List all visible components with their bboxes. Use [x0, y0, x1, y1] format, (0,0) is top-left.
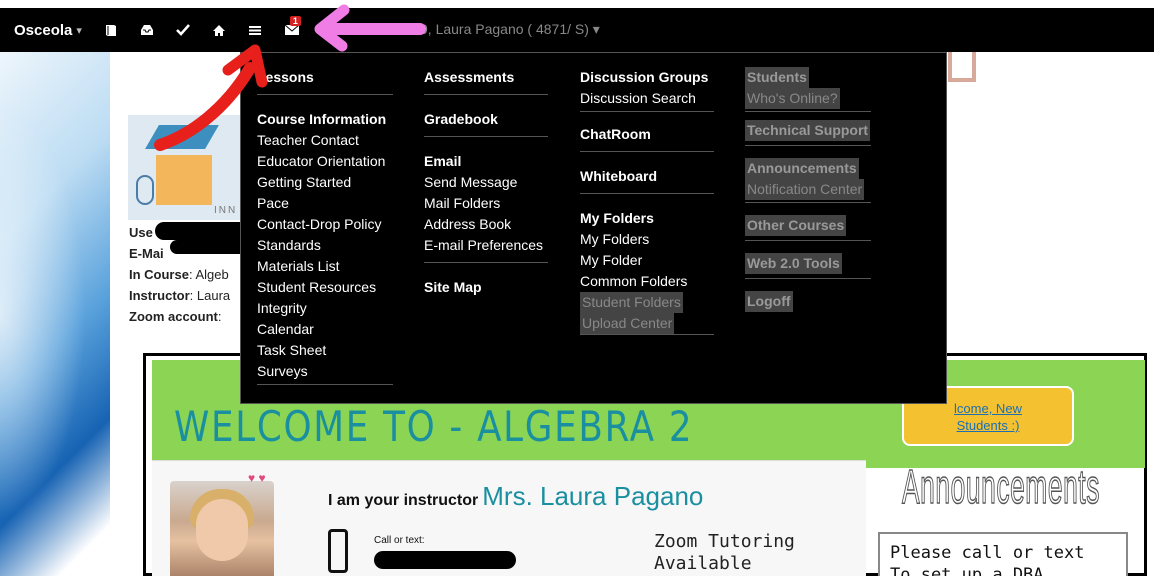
background-glow [0, 52, 110, 576]
menu-item-chatroom[interactable]: ChatRoom [580, 124, 714, 145]
announcement-line: Please call or text [890, 543, 1085, 563]
menu-item-technical-support[interactable]: Technical Support [745, 120, 871, 141]
menu-item-discussion-groups[interactable]: Discussion Groups [580, 67, 714, 88]
photo-face [196, 499, 248, 561]
menu-item[interactable]: Standards [257, 235, 393, 256]
menu-item[interactable]: Surveys [257, 361, 393, 382]
instructor-card: ♥ ♥ I am your instructor Mrs. Laura Pagan… [152, 460, 866, 576]
menu-divider [745, 111, 871, 112]
menu-item-assessments[interactable]: Assessments [424, 67, 548, 88]
menu-item-disabled: Student Folders [580, 292, 683, 313]
menu-item[interactable]: E-mail Preferences [424, 235, 548, 256]
menu-divider [257, 384, 393, 385]
menu-item-my-folders-heading[interactable]: My Folders [580, 208, 714, 229]
announcement-line: To set up a DBA [890, 565, 1044, 576]
menu-divider [580, 334, 714, 335]
logo-text: INN [214, 205, 238, 216]
menu-item[interactable]: Student Resources [257, 277, 393, 298]
red-arrow-annotation [154, 44, 268, 151]
redaction-mark [170, 240, 250, 254]
menu-divider [745, 278, 871, 279]
heart-icon: ♥ ♥ [248, 471, 266, 485]
menu-item[interactable]: Contact-Drop Policy [257, 214, 393, 235]
menu-item[interactable]: My Folders [580, 229, 714, 250]
menu-icon[interactable] [248, 24, 262, 36]
menu-item[interactable]: My Folder [580, 250, 714, 271]
menu-item[interactable]: Calendar [257, 319, 393, 340]
menu-item-site-map[interactable]: Site Map [424, 277, 548, 298]
new-students-link[interactable]: Students :) [904, 417, 1072, 434]
announcements-heading: Announcements [902, 460, 1100, 515]
instructor-name: Mrs. Laura Pagano [482, 481, 704, 511]
menu-item[interactable]: Send Message [424, 172, 548, 193]
menu-item-logoff[interactable]: Logoff [745, 291, 793, 312]
menu-divider [424, 262, 548, 263]
instructor-heading: I am your instructor Mrs. Laura Pagano [328, 481, 703, 512]
checkmark-icon[interactable] [176, 24, 190, 36]
call-or-text-label: Call or text: [374, 535, 425, 546]
menu-item[interactable]: Task Sheet [257, 340, 393, 361]
menu-item-notification-center[interactable]: Notification Center [745, 179, 865, 200]
menu-item[interactable]: Address Book [424, 214, 548, 235]
home-icon[interactable] [212, 24, 226, 37]
info-row: In Course: Algeb [129, 267, 229, 282]
redaction-mark [155, 222, 250, 240]
menu-column-assessments: Assessments Gradebook Email Send Message… [424, 67, 548, 298]
phone-icon [328, 529, 348, 573]
menu-column-students: Students Who's Online? Technical Support… [745, 67, 871, 312]
brand-menu[interactable]: Osceola [14, 22, 72, 39]
info-row: Instructor: Laura [129, 288, 231, 303]
box-icon [156, 155, 212, 205]
menu-column-discussion: Discussion Groups Discussion Search Chat… [580, 67, 714, 335]
user-menu[interactable]: 9, Laura Pagano ( 4871/ S) ▾ [420, 21, 600, 38]
menu-item[interactable]: Integrity [257, 298, 393, 319]
menu-divider [580, 111, 714, 112]
menu-item-discussion-search[interactable]: Discussion Search [580, 88, 714, 109]
image-frame [948, 52, 976, 82]
inbox-icon[interactable] [140, 24, 154, 36]
welcome-title: WELCOME TO - ALGEBRA 2 [174, 402, 694, 451]
info-row: Zoom account: [129, 309, 222, 324]
pink-arrow-annotation [314, 4, 426, 52]
chevron-down-icon[interactable]: ▾ [76, 24, 82, 37]
menu-divider [745, 240, 871, 241]
redaction-mark [374, 551, 516, 569]
zoom-tutoring-line: Available [654, 553, 752, 574]
menu-item[interactable]: Materials List [257, 256, 393, 277]
menu-item[interactable]: Common Folders [580, 271, 714, 292]
mouse-icon [136, 175, 154, 205]
menu-divider [580, 151, 714, 152]
menu-item[interactable]: Mail Folders [424, 193, 548, 214]
menu-item[interactable]: Getting Started [257, 172, 393, 193]
menu-item-disabled: Upload Center [580, 313, 675, 334]
menu-divider [580, 193, 714, 194]
menu-divider [745, 145, 871, 146]
mail-icon[interactable]: 1 [284, 16, 301, 36]
menu-item-announcements[interactable]: Announcements [745, 158, 859, 179]
menu-item-web-tools[interactable]: Web 2.0 Tools [745, 253, 842, 274]
menu-divider [424, 94, 548, 95]
menu-item-gradebook[interactable]: Gradebook [424, 109, 548, 130]
mail-badge: 1 [289, 16, 301, 26]
menu-item-whiteboard[interactable]: Whiteboard [580, 166, 714, 187]
menu-item[interactable]: Pace [257, 193, 393, 214]
main-dropdown-menu: Lessons Course Information Teacher Conta… [240, 52, 947, 404]
menu-item-students[interactable]: Students [745, 67, 809, 88]
instructor-photo [170, 481, 274, 576]
zoom-tutoring-line: Zoom Tutoring [654, 531, 795, 552]
menu-item-email[interactable]: Email [424, 151, 548, 172]
instructor-label: I am your instructor [328, 492, 479, 509]
menu-item-whos-online[interactable]: Who's Online? [745, 88, 840, 109]
book-icon[interactable] [104, 23, 118, 37]
menu-divider [424, 136, 548, 137]
menu-item-other-courses[interactable]: Other Courses [745, 215, 847, 236]
announcement-box: Please call or text To set up a DBA [878, 532, 1128, 576]
zoom-tutoring-text: Zoom Tutoring Available [654, 531, 795, 575]
menu-divider [745, 202, 871, 203]
